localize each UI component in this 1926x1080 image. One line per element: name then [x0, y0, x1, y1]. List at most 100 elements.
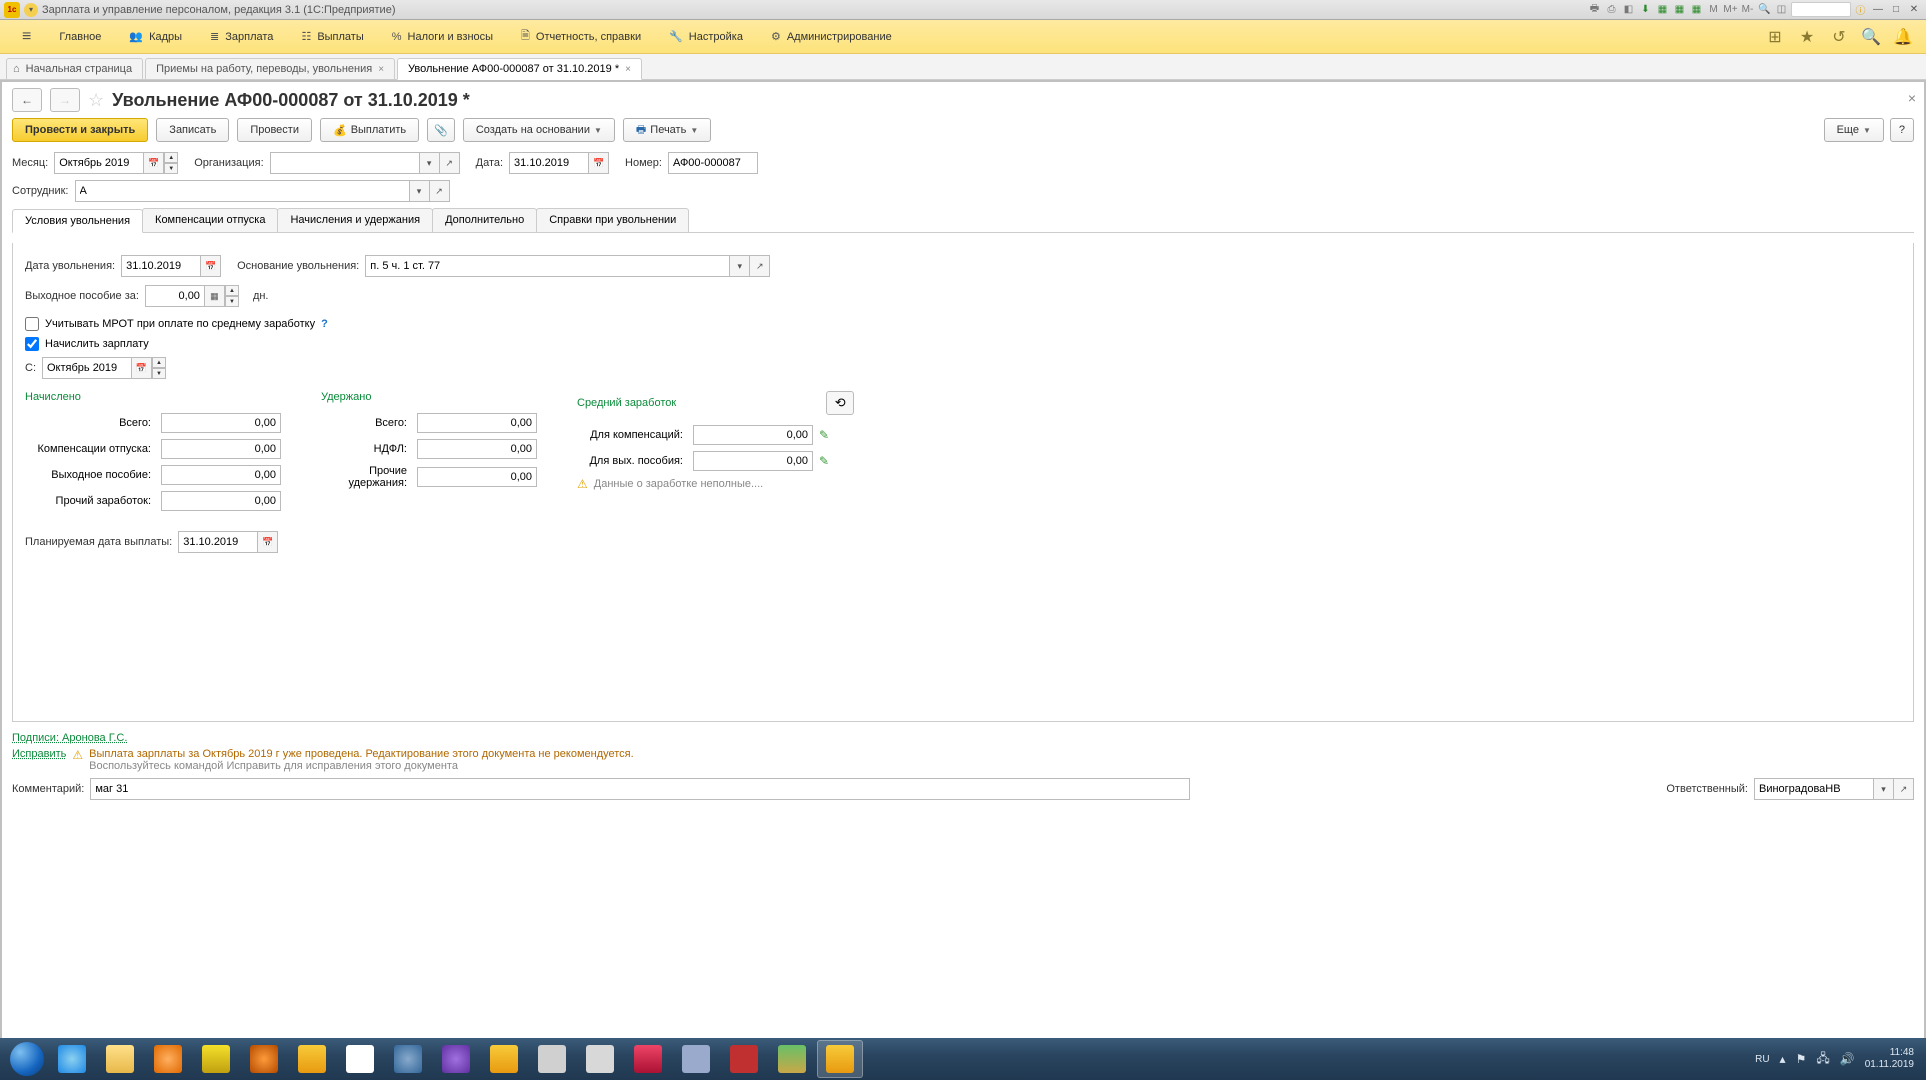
info-icon[interactable]: ⓘ [1853, 2, 1868, 17]
bell-icon[interactable]: 🔔 [1894, 28, 1912, 46]
calendar-icon[interactable]: 📅 [258, 531, 278, 553]
create-based-button[interactable]: Создать на основании▼ [463, 118, 615, 142]
number-input[interactable] [668, 152, 758, 174]
maximize-button[interactable]: □ [1888, 3, 1904, 17]
app-menu-dropdown[interactable]: ▾ [24, 3, 38, 17]
taskbar-app5[interactable] [673, 1040, 719, 1078]
print-icon[interactable]: 🖶 [1587, 2, 1602, 17]
close-tab-icon[interactable]: × [625, 64, 631, 75]
menu-main[interactable]: Главное [45, 20, 115, 54]
taskbar-1c-active[interactable] [817, 1040, 863, 1078]
open-icon[interactable]: ↗ [430, 180, 450, 202]
favorites-icon[interactable]: ★ [1798, 28, 1816, 46]
calendar-icon[interactable]: 📅 [132, 357, 152, 379]
spin-down[interactable]: ▼ [164, 163, 178, 174]
dropdown-icon[interactable]: ▾ [410, 180, 430, 202]
m-plus-label[interactable]: M+ [1723, 2, 1738, 17]
tray-up-icon[interactable]: ▴ [1780, 1052, 1786, 1066]
sev-input[interactable] [161, 465, 281, 485]
user-box[interactable] [1791, 2, 1851, 17]
menu-payments[interactable]: ☷Выплаты [287, 20, 377, 54]
spin-up[interactable]: ▲ [164, 152, 178, 163]
tab-home[interactable]: ⌂Начальная страница [6, 58, 143, 79]
for-sev-input[interactable] [693, 451, 813, 471]
start-button[interactable] [6, 1038, 48, 1080]
signatures-link[interactable]: Подписи: Аронова Г.С. [12, 732, 127, 744]
taskbar-ie[interactable] [49, 1040, 95, 1078]
calendar-icon[interactable]: ▦ [1672, 2, 1687, 17]
other-input[interactable] [161, 491, 281, 511]
taskbar-1c-1[interactable] [289, 1040, 335, 1078]
comp-vac-input[interactable] [161, 439, 281, 459]
content-close-icon[interactable]: × [1908, 90, 1916, 106]
more-button[interactable]: Еще▼ [1824, 118, 1884, 142]
severance-input[interactable] [145, 285, 205, 307]
taskbar-app4[interactable] [625, 1040, 671, 1078]
tray-network-icon[interactable]: 🖧 [1816, 1049, 1829, 1070]
pay-button[interactable]: 💰Выплатить [320, 118, 419, 142]
history-icon[interactable]: ↺ [1830, 28, 1848, 46]
spin-up[interactable]: ▲ [225, 285, 239, 296]
tab-dismissal[interactable]: Увольнение АФ00-000087 от 31.10.2019 *× [397, 58, 642, 80]
calendar-icon[interactable]: 📅 [144, 152, 164, 174]
post-and-close-button[interactable]: Провести и закрыть [12, 118, 148, 142]
search-icon[interactable]: 🔍 [1862, 28, 1880, 46]
spin-down[interactable]: ▼ [152, 368, 166, 379]
month-input[interactable] [54, 152, 144, 174]
open-icon[interactable]: ↗ [750, 255, 770, 277]
refresh-button[interactable]: ⟲ [826, 391, 854, 415]
calc-icon[interactable]: ▦ [205, 285, 225, 307]
fix-link[interactable]: Исправить [12, 748, 66, 772]
mrot-checkbox[interactable] [25, 317, 39, 331]
from-input[interactable] [42, 357, 132, 379]
taskbar-paint[interactable] [337, 1040, 383, 1078]
forward-button[interactable]: → [50, 88, 80, 112]
close-button[interactable]: ✕ [1906, 3, 1922, 17]
accrue-checkbox[interactable] [25, 337, 39, 351]
tab-accruals[interactable]: Начисления и удержания [277, 208, 433, 232]
schedule-icon[interactable]: ▦ [1689, 2, 1704, 17]
minimize-button[interactable]: — [1870, 3, 1886, 17]
panels-icon[interactable]: ◫ [1774, 2, 1789, 17]
tab-hiring[interactable]: Приемы на работу, переводы, увольнения× [145, 58, 395, 79]
tab-vacation-comp[interactable]: Компенсации отпуска [142, 208, 278, 232]
taskbar-explorer[interactable] [97, 1040, 143, 1078]
tray-flag-icon[interactable]: ⚑ [1796, 1052, 1807, 1066]
stats-icon[interactable]: ◧ [1621, 2, 1636, 17]
back-button[interactable]: ← [12, 88, 42, 112]
help-button[interactable]: ? [1890, 118, 1914, 142]
m-label[interactable]: M [1706, 2, 1721, 17]
taskbar-1c-2[interactable] [481, 1040, 527, 1078]
post-button[interactable]: Провести [237, 118, 312, 142]
employee-input[interactable] [75, 180, 410, 202]
reason-input[interactable] [365, 255, 730, 277]
total-accr-input[interactable] [161, 413, 281, 433]
taskbar-app6[interactable] [721, 1040, 767, 1078]
tab-conditions[interactable]: Условия увольнения [12, 209, 143, 233]
system-clock[interactable]: 11:48 01.11.2019 [1865, 1047, 1914, 1071]
ndfl-input[interactable] [417, 439, 537, 459]
taskbar-viber[interactable] [433, 1040, 479, 1078]
calendar-icon[interactable]: 📅 [589, 152, 609, 174]
menu-personnel[interactable]: 👥Кадры [115, 20, 196, 54]
open-icon[interactable]: ↗ [440, 152, 460, 174]
menu-taxes[interactable]: %Налоги и взносы [378, 20, 507, 54]
date-input[interactable] [509, 152, 589, 174]
edit-icon[interactable]: ✎ [819, 454, 829, 468]
taskbar-app2[interactable] [385, 1040, 431, 1078]
comment-input[interactable] [90, 778, 1190, 800]
tab-additional[interactable]: Дополнительно [432, 208, 537, 232]
open-icon[interactable]: ↗ [1894, 778, 1914, 800]
attach-button[interactable]: 📎 [427, 118, 455, 142]
help-icon[interactable]: ? [321, 318, 328, 330]
menu-item-burger[interactable]: ≡ [8, 20, 45, 54]
taskbar-app1[interactable] [193, 1040, 239, 1078]
dropdown-icon[interactable]: ▾ [1874, 778, 1894, 800]
save-button[interactable]: Записать [156, 118, 229, 142]
responsible-input[interactable] [1754, 778, 1874, 800]
menu-admin[interactable]: ⚙Администрирование [757, 20, 906, 54]
calc-icon[interactable]: ▦ [1655, 2, 1670, 17]
dropdown-icon[interactable]: ▾ [730, 255, 750, 277]
m-minus-label[interactable]: M- [1740, 2, 1755, 17]
spin-down[interactable]: ▼ [225, 296, 239, 307]
